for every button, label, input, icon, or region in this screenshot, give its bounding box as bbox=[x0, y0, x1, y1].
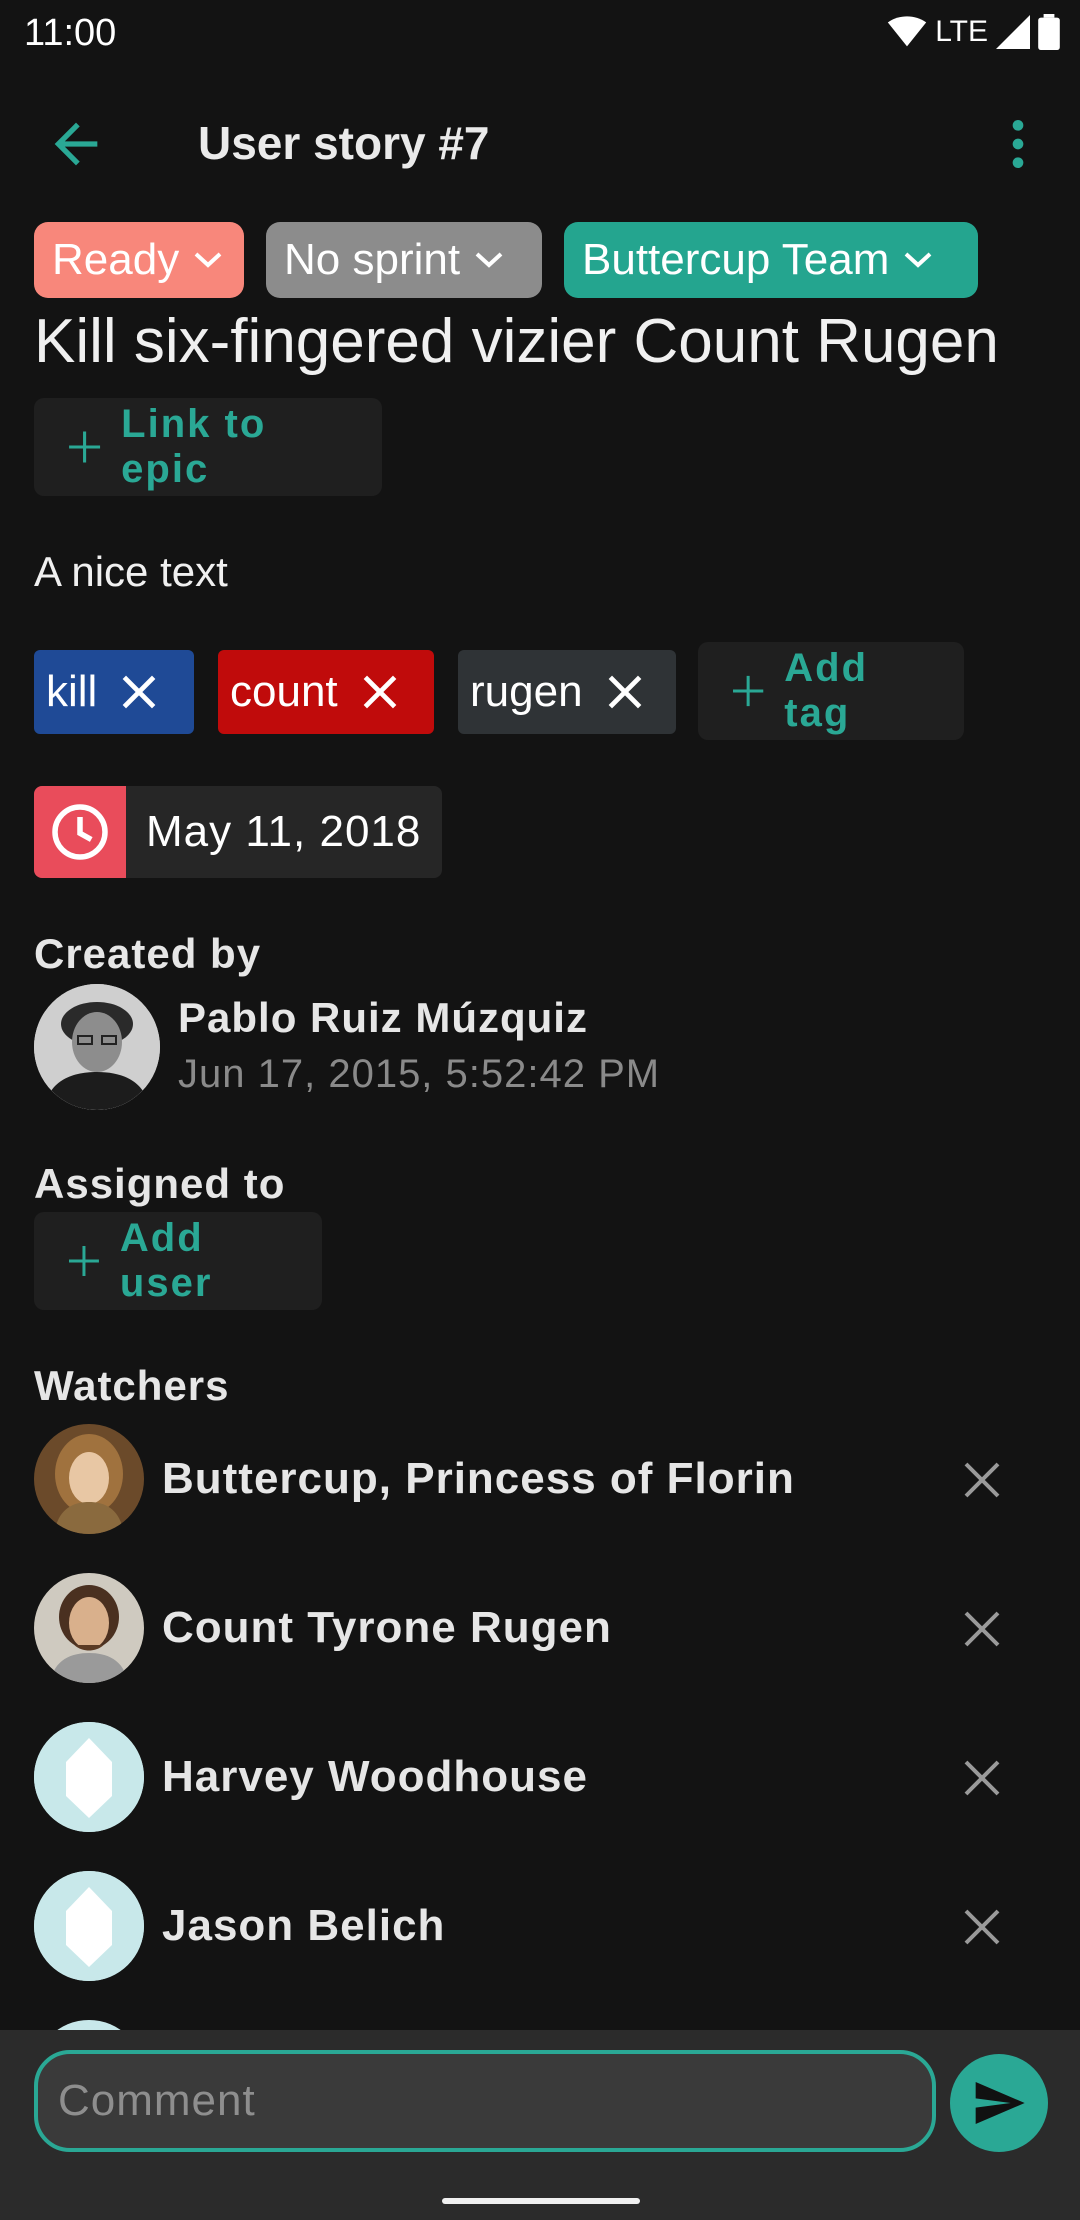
plus-icon bbox=[69, 431, 101, 463]
add-tag-button[interactable]: Add tag bbox=[698, 642, 964, 740]
watcher-name: Harvey Woodhouse bbox=[162, 1752, 588, 1801]
person-photo bbox=[34, 984, 160, 1110]
link-to-epic-label: Link to epic bbox=[121, 402, 267, 491]
creator-avatar bbox=[34, 984, 160, 1110]
status-bar: 11:00 LTE bbox=[0, 0, 1080, 66]
watcher-avatar bbox=[34, 1722, 144, 1832]
default-avatar-icon bbox=[34, 1871, 144, 1981]
story-title[interactable]: Kill six-fingered vizier Count Rugen bbox=[34, 306, 999, 377]
status-dropdown[interactable]: Ready bbox=[34, 222, 244, 298]
status-icons: LTE bbox=[887, 12, 1060, 52]
due-date-indicator bbox=[34, 786, 126, 878]
due-date-button[interactable]: May 11, 2018 bbox=[34, 786, 442, 878]
assigned-to-label: Assigned to bbox=[34, 1160, 286, 1207]
tag-count: count bbox=[218, 650, 434, 734]
more-vert-icon bbox=[1012, 120, 1024, 168]
send-icon bbox=[975, 2082, 1025, 2124]
watcher-row[interactable]: Count Tyrone Rugen bbox=[0, 1573, 1080, 1685]
team-label: Buttercup Team bbox=[582, 235, 890, 284]
close-icon[interactable] bbox=[958, 1903, 1006, 1951]
close-icon[interactable] bbox=[117, 670, 161, 714]
battery-icon bbox=[1038, 14, 1060, 50]
sprint-dropdown[interactable]: No sprint bbox=[266, 222, 542, 298]
created-by-label: Created by bbox=[34, 930, 262, 977]
chevron-down-icon bbox=[905, 252, 932, 268]
status-label: Ready bbox=[52, 235, 180, 284]
chevron-down-icon bbox=[194, 252, 222, 268]
watcher-name: Buttercup, Princess of Florin bbox=[162, 1454, 795, 1503]
sprint-label: No sprint bbox=[284, 235, 461, 284]
watcher-row[interactable]: Harvey Woodhouse bbox=[0, 1722, 1080, 1834]
story-description[interactable]: A nice text bbox=[34, 548, 228, 596]
network-type: LTE bbox=[935, 15, 988, 48]
tag-kill: kill bbox=[34, 650, 194, 734]
app-bar: User story #7 bbox=[0, 96, 1080, 192]
tag-label: count bbox=[230, 667, 338, 716]
status-time: 11:00 bbox=[24, 12, 117, 54]
chevron-down-icon bbox=[475, 252, 503, 268]
watcher-name: Count Tyrone Rugen bbox=[162, 1603, 612, 1652]
plus-icon bbox=[68, 1246, 99, 1276]
comment-bar bbox=[0, 2030, 1080, 2220]
person-photo bbox=[34, 1573, 144, 1683]
comment-field[interactable] bbox=[34, 2050, 936, 2152]
team-dropdown[interactable]: Buttercup Team bbox=[564, 222, 978, 298]
default-avatar-icon bbox=[34, 1722, 144, 1832]
due-date: May 11, 2018 bbox=[146, 807, 422, 856]
comment-input[interactable] bbox=[58, 2076, 932, 2126]
tag-rugen: rugen bbox=[458, 650, 676, 734]
created-date: Jun 17, 2015, 5:52:42 PM bbox=[178, 1052, 661, 1096]
tag-label: kill bbox=[46, 667, 98, 716]
close-icon[interactable] bbox=[958, 1605, 1006, 1653]
add-user-label: Add user bbox=[119, 1216, 213, 1305]
creator-name: Pablo Ruiz Múzquiz bbox=[178, 994, 588, 1041]
watcher-avatar bbox=[34, 1573, 144, 1683]
page-title: User story #7 bbox=[198, 117, 490, 169]
watcher-row[interactable]: Jason Belich bbox=[0, 1871, 1080, 1983]
tag-label: rugen bbox=[470, 667, 583, 716]
watcher-row[interactable]: Buttercup, Princess of Florin bbox=[0, 1424, 1080, 1536]
more-options-button[interactable] bbox=[986, 112, 1050, 176]
add-tag-label: Add tag bbox=[784, 646, 869, 735]
add-user-button[interactable]: Add user bbox=[34, 1212, 322, 1310]
watcher-avatar bbox=[34, 1871, 144, 1981]
arrow-back-icon bbox=[54, 122, 98, 166]
watcher-avatar bbox=[34, 1424, 144, 1534]
send-button[interactable] bbox=[950, 2054, 1048, 2152]
link-to-epic-button[interactable]: Link to epic bbox=[34, 398, 382, 496]
close-icon[interactable] bbox=[358, 670, 402, 714]
watchers-label: Watchers bbox=[34, 1362, 230, 1409]
plus-icon bbox=[733, 675, 764, 707]
wifi-icon bbox=[888, 16, 927, 47]
close-icon[interactable] bbox=[958, 1754, 1006, 1802]
person-photo bbox=[34, 1424, 144, 1534]
close-icon[interactable] bbox=[603, 670, 647, 714]
watcher-name: Jason Belich bbox=[162, 1901, 446, 1950]
signal-icon bbox=[996, 15, 1030, 49]
clock-icon bbox=[52, 804, 108, 860]
gesture-handle bbox=[442, 2198, 640, 2204]
back-button[interactable] bbox=[44, 112, 108, 176]
close-icon[interactable] bbox=[958, 1456, 1006, 1504]
